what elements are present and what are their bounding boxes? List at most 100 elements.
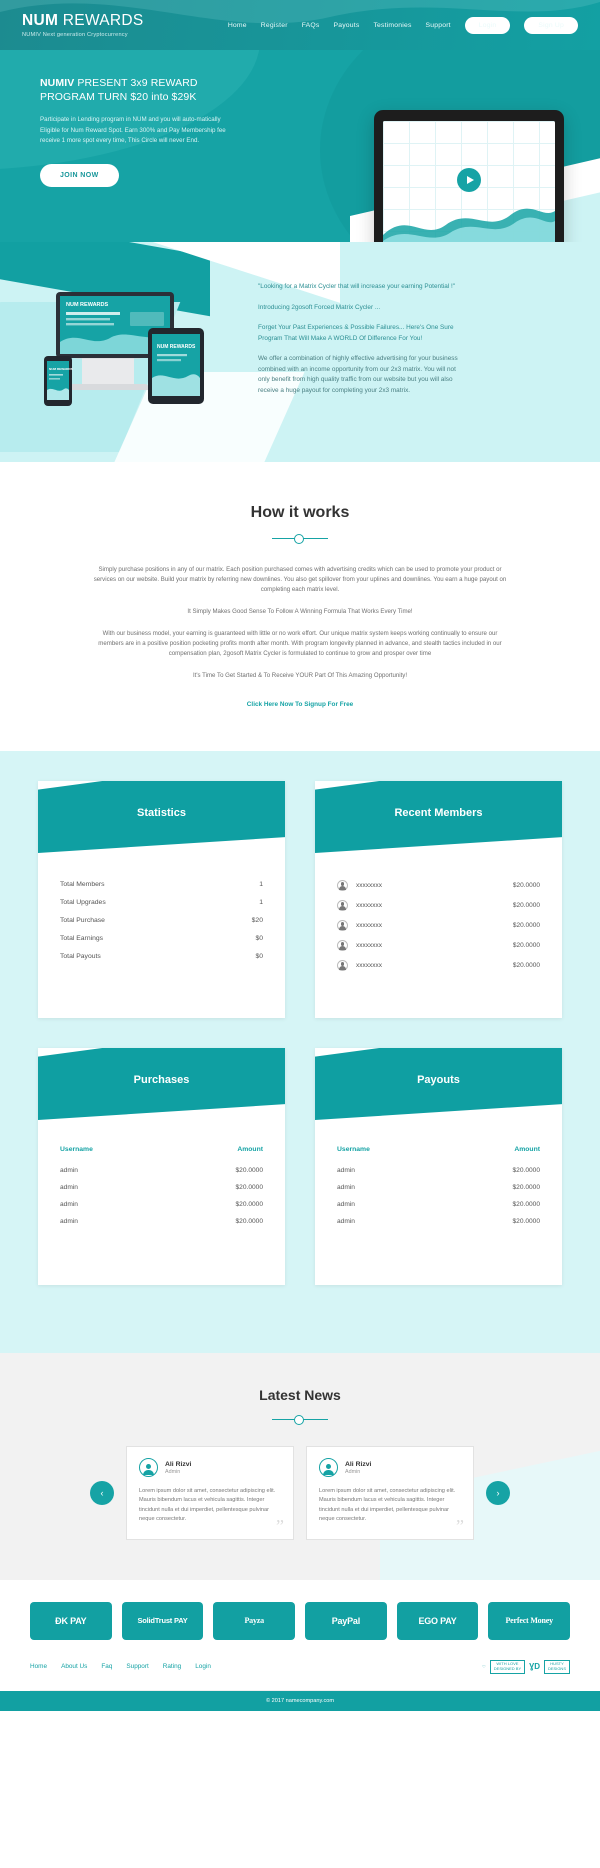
payment-okpay-logo[interactable]: ĐK PAY <box>30 1601 112 1640</box>
cell-username: admin <box>60 1218 78 1225</box>
user-avatar-icon <box>337 959 348 971</box>
nav-item-payouts[interactable]: Payouts <box>333 22 359 29</box>
footer-link-login[interactable]: Login <box>195 1663 211 1670</box>
intro-line-4: We offer a combination of highly effecti… <box>258 355 458 394</box>
table-row: admin $20.0000 <box>60 1162 263 1179</box>
cell-username: admin <box>60 1201 78 1208</box>
news-card: Ali Rizvi Admin Lorem ipsum dolor sit am… <box>126 1446 294 1540</box>
latest-news-title: Latest News <box>259 1387 341 1403</box>
brand-title-strong: NUM <box>22 12 59 29</box>
nav-item-support[interactable]: Support <box>426 22 451 29</box>
footer-link-about-us[interactable]: About Us <box>61 1663 87 1670</box>
member-name: xxxxxxxx <box>356 961 382 969</box>
nav-item-faqs[interactable]: FAQs <box>302 22 320 29</box>
purchases-card: Purchases Username Amount admin $20.0000… <box>38 1048 285 1285</box>
recent-members-card-title: Recent Members <box>394 807 483 819</box>
cell-amount: $20.0000 <box>512 1167 540 1174</box>
payment-solidtrustpay-logo[interactable]: SolidTrust PAY <box>121 1601 204 1640</box>
member-name: xxxxxxxx <box>356 881 382 889</box>
svg-text:NUM REWARDS: NUM REWARDS <box>66 302 108 308</box>
table-row: Total Purchase $20 <box>60 911 263 929</box>
nav-item-testimonies[interactable]: Testimonies <box>373 22 411 29</box>
brand-title: NUM REWARDS <box>22 12 144 30</box>
quote-icon: ” <box>276 1515 284 1536</box>
statistics-card: Statistics Total Members 1 Total Upgrade… <box>38 781 285 1018</box>
main-nav: Home Register FAQs Payouts Testimonies S… <box>228 16 578 34</box>
payment-payza-logo[interactable]: Payza <box>213 1601 296 1640</box>
footer-link-rating[interactable]: Rating <box>163 1663 181 1670</box>
carousel-next-icon[interactable]: › <box>486 1480 510 1505</box>
play-button[interactable] <box>457 167 481 192</box>
purchases-card-title: Purchases <box>133 1074 190 1086</box>
footer-link-support[interactable]: Support <box>126 1663 148 1670</box>
table-row: Total Upgrades 1 <box>60 893 263 911</box>
cell-username: admin <box>337 1201 355 1208</box>
news-author-name: Ali Rizvi <box>345 1460 372 1468</box>
nav-item-register[interactable]: Register <box>261 22 288 29</box>
card-row-top: Statistics Total Members 1 Total Upgrade… <box>38 781 562 1018</box>
carousel-prev-icon[interactable]: ‹ <box>90 1480 114 1505</box>
cell-amount: $20.0000 <box>512 1184 540 1191</box>
stat-value: $0 <box>255 952 263 960</box>
footer-link-home[interactable]: Home <box>30 1663 47 1670</box>
cell-username: admin <box>337 1167 355 1174</box>
avatar <box>139 1458 158 1477</box>
nav-item-home[interactable]: Home <box>228 22 247 29</box>
table-row: admin $20.0000 <box>60 1213 263 1230</box>
cell-amount: $20.0000 <box>235 1184 263 1191</box>
signup-free-link[interactable]: Click Here Now To Signup For Free <box>247 701 353 708</box>
cell-amount: $20.0000 <box>512 1201 540 1208</box>
payment-perfectmoney-logo[interactable]: Perfect Money <box>488 1601 571 1640</box>
news-author-role: Admin <box>345 1468 361 1475</box>
news-card: Ali Rizvi Admin Lorem ipsum dolor sit am… <box>306 1446 474 1540</box>
payment-methods: ĐK PAY SolidTrust PAY Payza PayPal EGO P… <box>30 1601 571 1640</box>
list-item: xxxxxxxx $20.0000 <box>337 935 540 955</box>
table-row: admin $20.0000 <box>337 1179 540 1196</box>
news-author-name: Ali Rizvi <box>165 1460 192 1468</box>
payouts-card-body: Username Amount admin $20.0000 admin $20… <box>315 1120 562 1246</box>
table-header: Username Amount <box>337 1142 540 1162</box>
cell-username: admin <box>60 1167 78 1174</box>
member-name: xxxxxxxx <box>356 901 382 909</box>
column-header-username: Username <box>337 1146 370 1153</box>
table-row: admin $20.0000 <box>337 1213 540 1230</box>
table-row: Total Earnings $0 <box>60 929 263 947</box>
intro-copy: "Looking for a Matrix Cycler that will i… <box>258 282 468 406</box>
footer-link-faq[interactable]: Faq <box>101 1663 112 1670</box>
intro-line-2: Introducing 2gosoft Forced Matrix Cycler… <box>258 303 381 311</box>
brand-logo[interactable]: NUM REWARDS NUMIV Next generation Crypto… <box>22 12 144 38</box>
login-button[interactable]: Login <box>464 16 511 34</box>
credit-with-love: WITH LOVE DESIGNED BY <box>489 1659 526 1674</box>
designer-credit: ♡ WITH LOVE DESIGNED BY ƔD HUSTY DESIGNS <box>482 1659 570 1674</box>
site-header: NUM REWARDS NUMIV Next generation Crypto… <box>0 0 600 50</box>
section-divider <box>272 1415 328 1425</box>
quote-icon: ” <box>456 1515 464 1536</box>
list-item: xxxxxxxx $20.0000 <box>337 895 540 915</box>
payment-egopay-logo[interactable]: EGO PAY <box>396 1601 479 1640</box>
hero-content: NUMIV PRESENT 3x9 REWARD PROGRAM TURN $2… <box>0 50 260 187</box>
payment-paypal-logo[interactable]: PayPal <box>305 1601 387 1640</box>
hero-section: NUMIV PRESENT 3x9 REWARD PROGRAM TURN $2… <box>0 50 600 242</box>
how-it-works-title: How it works <box>250 504 350 521</box>
user-avatar-icon <box>337 879 348 891</box>
statistics-card-title: Statistics <box>137 807 186 819</box>
stat-value: 1 <box>259 898 263 906</box>
how-paragraph-2: It Simply Makes Good Sense To Follow A W… <box>187 608 413 615</box>
user-avatar-icon <box>337 899 348 911</box>
recent-members-card: Recent Members xxxxxxxx $20.0000 xxxxxxx… <box>315 781 562 1018</box>
stat-label: Total Upgrades <box>60 898 106 906</box>
join-now-button[interactable]: JOIN NOW <box>40 163 119 187</box>
table-row: admin $20.0000 <box>337 1196 540 1213</box>
member-name: xxxxxxxx <box>356 941 382 949</box>
news-card-text: Lorem ipsum dolor sit amet, consectetur … <box>139 1488 276 1523</box>
table-row: admin $20.0000 <box>337 1162 540 1179</box>
news-card-text: Lorem ipsum dolor sit amet, consectetur … <box>319 1488 456 1523</box>
latest-news-section: Latest News ‹ Ali Rizvi Admin Lorem ipsu… <box>0 1353 600 1580</box>
signup-button[interactable]: Sign Up <box>524 16 578 34</box>
area-chart-graphic <box>383 208 555 242</box>
column-header-amount: Amount <box>514 1146 540 1153</box>
member-amount: $20.0000 <box>512 901 540 909</box>
stat-label: Total Purchase <box>60 916 105 924</box>
news-author-role: Admin <box>165 1468 181 1475</box>
purchases-card-body: Username Amount admin $20.0000 admin $20… <box>38 1120 285 1246</box>
